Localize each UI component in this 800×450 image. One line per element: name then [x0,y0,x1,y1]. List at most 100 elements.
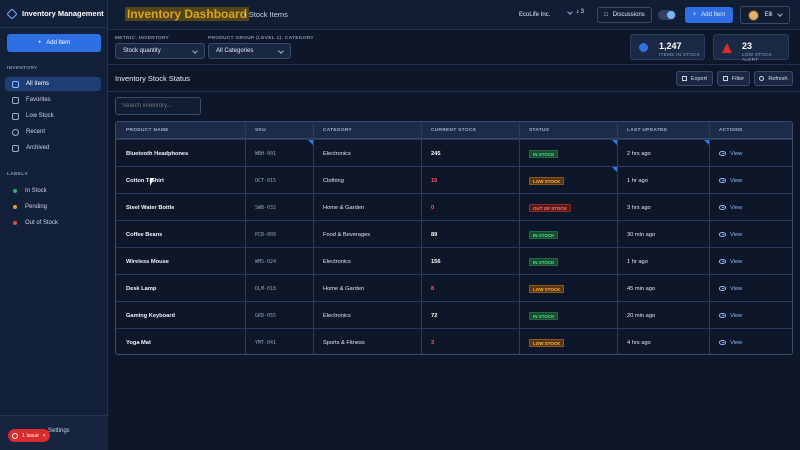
sidebar-item-all-items[interactable]: All Items [5,77,101,91]
label-in-stock[interactable]: In Stock [5,184,101,198]
eye-icon [719,178,726,183]
cell-text-category: Electronics [323,150,351,157]
table-row[interactable]: Wireless Mouse WMS-024 Electronics 156 IN ST… [116,247,792,275]
cell-comment-marker-icon[interactable] [612,167,617,172]
table-cell-stock: 72 [421,302,519,329]
metric-select[interactable]: Stock quantity [115,43,205,59]
table-cell-sku: GKB-055 [245,302,313,329]
table-row[interactable]: Gaming Keyboard GKB-055 Electronics 72 IN ST… [116,301,792,329]
table-cell-stock: 89 [421,221,519,248]
chat-icon: □ [604,12,608,18]
theme-toggle[interactable] [658,10,676,20]
refresh-button[interactable]: Refresh [754,71,793,86]
chevron-down-icon [192,48,198,54]
page-subtitle: • Stock Items [244,10,288,19]
view-label: View [730,258,743,265]
cell-text-stock: 3 [431,339,435,346]
column-header[interactable]: SKU [245,122,313,139]
status-badge: IN STOCK [529,257,559,266]
status-badge: LOW STOCK [529,338,565,347]
notifications-button[interactable]: ♪ 3 [576,9,584,15]
label-out-of-stock[interactable]: Out of Stock [5,216,101,230]
sidebar-item-archived[interactable]: Archived [5,141,101,155]
table-row[interactable]: Coffee Beans PCB-009 Food & Beverages 89 IN … [116,220,792,248]
sidebar-item-low-stock[interactable]: Low Stock [5,109,101,123]
status-badge: OUT OF STOCK [529,203,571,212]
cell-text-name: Yoga Mat [126,339,151,346]
column-header[interactable]: STATUS [519,122,617,139]
archive-icon [12,144,19,152]
view-button[interactable]: View [709,248,792,275]
company-selector[interactable]: EcoLife Inc. [519,9,573,18]
view-button[interactable]: View [709,302,792,329]
view-button[interactable]: View [709,329,792,354]
user-menu-button[interactable]: Elli [740,6,790,24]
cell-comment-marker-icon[interactable] [704,140,709,145]
download-icon [682,76,688,81]
cell-text-category: Electronics [323,258,351,265]
items-in-stock-value: 1,247 [659,41,682,51]
cell-text-sku: WBH-001 [255,150,277,157]
cell-comment-marker-icon[interactable] [612,140,617,145]
column-header[interactable]: ACTIONS [709,122,792,139]
cell-text-sku: WMS-024 [255,258,277,265]
product-group-select[interactable]: All Categories [208,43,291,59]
table-row[interactable]: Cotton T-Shirt OCT-015 Clothing 15 LOW STOCK… [116,166,792,194]
eye-icon [719,340,726,345]
cell-text-stock: 0 [431,204,435,211]
sidebar-item-label: Recent [26,129,46,135]
close-icon[interactable]: × [43,433,46,439]
sidebar-item-favorites[interactable]: Favorites [5,93,101,107]
cube-icon [12,80,19,88]
header-add-item-button[interactable]: + Add Item [685,7,733,23]
table-row[interactable]: Desk Lamp DLM-018 Home & Garden 8 LOW STOCK 4… [116,274,792,302]
table-row[interactable]: Bluetooth Headphones WBH-001 Electronics 24… [116,139,792,167]
low-stock-alert-label: LOW STOCK ALERT [742,52,773,62]
app-brand: Inventory Management [0,0,107,28]
filter-button[interactable]: Filter [717,71,750,86]
view-button[interactable]: View [709,275,792,302]
search-input[interactable] [115,97,201,115]
sidebar-item-label: All Items [26,81,50,87]
sidebar-add-item-label: Add Item [46,40,71,46]
column-header[interactable]: CATEGORY [313,122,421,139]
table-cell-sku: DLM-018 [245,275,313,302]
plus-icon: + [692,12,697,18]
view-button[interactable]: View [709,194,792,221]
cell-text-stock: 15 [431,177,438,184]
table-cell-status: IN STOCK [519,248,617,275]
label-pending[interactable]: Pending [5,200,101,214]
sidebar-add-item-button[interactable]: + Add Item [7,34,101,52]
column-header[interactable]: LAST UPDATED [617,122,709,139]
export-button[interactable]: Export [676,71,713,86]
metric-value: Stock quantity [123,48,161,54]
inventory-heading: INVENTORY [7,66,38,71]
product-group-value: All Categories [216,48,254,54]
table-row[interactable]: Yoga Mat YMT-041 Sports & Fitness 3 LOW STOC… [116,328,792,354]
table-cell-updated: 1 hr ago [617,167,709,194]
table-cell-status: OUT OF STOCK [519,194,617,221]
settings-link[interactable]: Settings [48,428,70,434]
table-cell-name: Coffee Beans [116,221,245,248]
table-row[interactable]: Steel Water Bottle SWB-032 Home & Garden 0 O… [116,193,792,221]
cell-text-name: Cotton T-Shirt [126,177,164,184]
view-button[interactable]: View [709,221,792,248]
sidebar-item-recent[interactable]: Recent [5,125,101,139]
label-text: Out of Stock [25,220,59,226]
issue-badge[interactable]: 1 Issue × [8,429,50,442]
plus-icon: + [37,40,42,46]
table-cell-sku: PCB-009 [245,221,313,248]
table-cell-category: Food & Beverages [313,221,421,248]
discussions-button[interactable]: □ Discussions [597,7,652,23]
view-button[interactable]: View [709,140,792,167]
view-button[interactable]: View [709,167,792,194]
column-header[interactable]: CURRENT STOCK [421,122,519,139]
column-header[interactable]: PRODUCT NAME [116,122,245,139]
cell-text-updated: 4 hrs ago [627,339,651,346]
chevron-down-icon [567,9,573,15]
view-label: View [730,312,743,319]
cell-comment-marker-icon[interactable] [308,140,313,145]
table-cell-updated: 2 hrs ago [617,140,709,167]
clock-icon [12,128,19,136]
cell-text-sku: PCB-009 [255,231,277,238]
